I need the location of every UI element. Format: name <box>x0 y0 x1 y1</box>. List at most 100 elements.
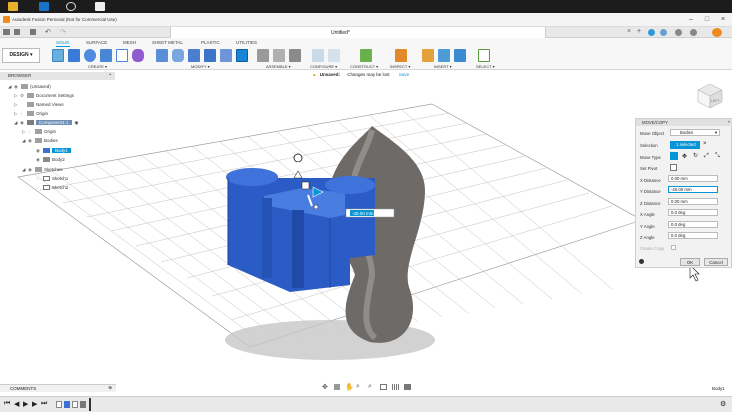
joint-icon[interactable] <box>273 49 285 62</box>
visibility-eye-icon[interactable]: ◉ <box>36 147 43 155</box>
measure-icon[interactable] <box>395 49 407 62</box>
look-at-icon[interactable] <box>334 384 340 390</box>
browser-item-component[interactable]: ◢ ◉ Component1:1 ◉ <box>14 119 78 127</box>
new-component-icon[interactable] <box>257 49 269 62</box>
viewports-icon[interactable] <box>404 384 411 390</box>
translate-icon[interactable]: ✥ <box>682 153 687 160</box>
create-copy-checkbox[interactable] <box>671 245 676 250</box>
browser-item-sketch2[interactable]: ◌ Sketch2 <box>30 184 68 192</box>
visibility-eye-icon[interactable]: ◉ <box>36 156 43 164</box>
y-angle-input[interactable]: 0.0 deg <box>668 221 718 228</box>
maximize-button[interactable]: □ <box>702 16 712 24</box>
select-icon[interactable] <box>478 49 490 62</box>
radio-active-icon[interactable]: ◉ <box>75 120 79 125</box>
orbit-icon[interactable]: ✥ <box>322 383 328 391</box>
offset-plane-icon[interactable] <box>360 49 372 62</box>
play-icon[interactable]: ▶ <box>23 400 28 408</box>
pan-icon[interactable]: ✋ <box>345 383 354 391</box>
tab-sheet-metal[interactable]: SHEET METAL <box>152 40 183 45</box>
inspect-menu[interactable]: INSPECT ▾ <box>390 64 410 69</box>
step-back-icon[interactable]: ◀ <box>14 400 19 408</box>
insert-menu[interactable]: INSERT ▾ <box>434 64 452 69</box>
browser-item-component-origin[interactable]: ▷ ◌ Origin <box>22 128 56 136</box>
browser-item-sketch1[interactable]: ◌ Sketch1 <box>30 175 68 183</box>
panel-collapse-icon[interactable]: » <box>728 119 730 124</box>
form-icon[interactable] <box>132 49 144 62</box>
expand-triangle-icon[interactable]: ▷ <box>14 101 20 109</box>
parameters-icon[interactable] <box>328 49 340 62</box>
grid-menu-icon[interactable] <box>3 29 10 35</box>
browser-item-sketches[interactable]: ◢ ◉ Sketches <box>22 166 63 174</box>
fillet-icon[interactable] <box>172 49 184 62</box>
visibility-eye-icon[interactable]: ◉ <box>14 83 21 91</box>
close-button[interactable]: × <box>718 16 728 24</box>
obs-icon[interactable] <box>66 2 76 11</box>
free-move-icon[interactable] <box>670 152 678 160</box>
move-copy-icon[interactable] <box>236 49 248 62</box>
file-icon[interactable] <box>14 29 20 35</box>
app-icon[interactable] <box>39 2 49 11</box>
as-built-joint-icon[interactable] <box>289 49 301 62</box>
extensions-icon[interactable] <box>648 29 655 36</box>
document-tab[interactable]: Untitled* <box>170 27 546 38</box>
insert-canvas-icon[interactable] <box>454 49 466 62</box>
sweep-icon[interactable] <box>100 49 112 62</box>
undo-icon[interactable]: ↶ <box>45 28 51 36</box>
modify-menu[interactable]: MODIFY ▾ <box>191 64 210 69</box>
x-angle-input[interactable]: 0.0 deg <box>668 209 718 216</box>
timeline-sketch2-icon[interactable] <box>72 401 78 408</box>
tab-utilities[interactable]: UTILITIES <box>236 40 257 45</box>
fit-icon[interactable]: ⌕ <box>368 383 372 391</box>
user-avatar[interactable] <box>712 28 722 37</box>
point-to-position-icon[interactable]: ⤡ <box>715 153 720 160</box>
browser-item-body1[interactable]: ◉ Body1 <box>30 147 71 155</box>
save-link[interactable]: Save <box>399 72 409 77</box>
viewcube[interactable]: LEFT <box>697 83 723 109</box>
redo-icon[interactable]: ↷ <box>60 28 66 36</box>
point-to-point-icon[interactable]: ⤢ <box>704 153 709 160</box>
go-to-end-icon[interactable]: ⏭ <box>41 400 47 408</box>
combine-icon[interactable] <box>204 49 216 62</box>
distance-input-value[interactable]: -40.00 mm <box>352 211 374 216</box>
tab-surface[interactable]: SURFACE <box>86 40 107 45</box>
pin-icon[interactable]: • <box>109 72 111 77</box>
visibility-eye-icon[interactable]: ◉ <box>28 166 35 174</box>
visibility-eye-icon[interactable]: ◌ <box>28 128 35 136</box>
display-settings-icon[interactable] <box>380 384 387 390</box>
revolve-icon[interactable] <box>84 49 96 62</box>
configure-menu[interactable]: CONFIGURE ▾ <box>310 64 337 69</box>
browser-item-root[interactable]: ◢ ◉ (Unsaved) <box>8 83 51 91</box>
minimize-button[interactable]: – <box>686 16 696 24</box>
step-forward-icon[interactable]: ▶ <box>32 400 37 408</box>
timeline-sketch1-icon[interactable] <box>56 401 62 408</box>
new-sketch-icon[interactable] <box>52 49 64 62</box>
tab-solid[interactable]: SOLID <box>56 40 70 45</box>
browser-item-named-views[interactable]: ▷ Named Views <box>14 101 64 109</box>
timeline-revolve-icon[interactable] <box>80 401 86 408</box>
pivot-icon[interactable] <box>670 164 677 171</box>
timeline-marker[interactable] <box>89 398 91 411</box>
cancel-button[interactable]: Cancel <box>704 258 728 266</box>
tab-plastic[interactable]: PLASTIC <box>201 40 220 45</box>
ok-button[interactable]: OK <box>680 258 700 266</box>
visibility-eye-icon[interactable]: ◌ <box>36 175 43 183</box>
add-comment-icon[interactable]: ⊕ <box>108 385 112 391</box>
select-menu[interactable]: SELECT ▾ <box>476 64 495 69</box>
construct-menu[interactable]: CONSTRUCT ▾ <box>350 64 378 69</box>
insert-mesh-icon[interactable] <box>438 49 450 62</box>
timeline-extrude-icon[interactable] <box>64 401 70 408</box>
clear-selection-icon[interactable]: × <box>703 141 707 147</box>
save-icon[interactable] <box>30 29 36 35</box>
new-tab-icon[interactable]: + <box>637 28 641 35</box>
job-status-icon[interactable] <box>660 29 667 36</box>
extrude-icon[interactable] <box>68 49 80 62</box>
visibility-eye-icon[interactable]: ◉ <box>28 137 35 145</box>
help-icon[interactable] <box>690 29 697 36</box>
browser-item-document-settings[interactable]: ▷ ⚙ Document Settings <box>14 92 74 100</box>
zoom-icon[interactable]: ⌕ <box>356 383 360 391</box>
selection-chip[interactable]: 1 selected <box>670 141 700 149</box>
notifications-icon[interactable] <box>675 29 682 36</box>
z-angle-input[interactable]: 0.0 deg <box>668 232 718 239</box>
workspace-switcher[interactable]: DESIGN ▾ <box>2 48 40 63</box>
visibility-eye-icon[interactable]: ◉ <box>20 119 27 127</box>
